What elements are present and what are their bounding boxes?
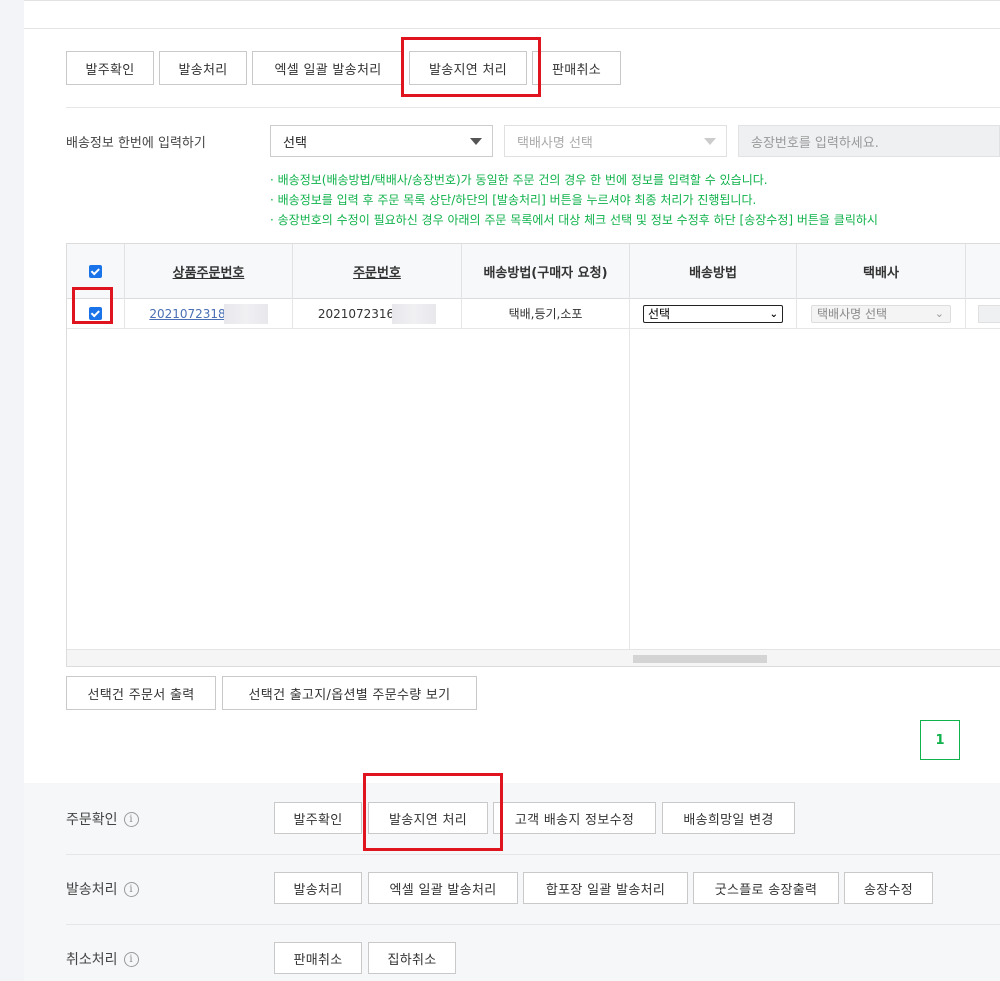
section-label-text: 취소처리 (66, 952, 118, 968)
help-note: · 배송정보(배송방법/택배사/송장번호)가 동일한 주문 건의 경우 한 번에… (270, 173, 768, 187)
bottom-excel-bulk-dispatch-button[interactable]: 엑셀 일괄 발송처리 (368, 872, 518, 904)
chevron-down-icon (704, 138, 716, 145)
row-checkbox[interactable] (89, 307, 102, 320)
top-divider (24, 28, 1000, 29)
help-note: · 송장번호의 수정이 필요하신 경우 아래의 주문 목록에서 대상 체크 선택… (270, 213, 878, 227)
header-courier: 택배사 (797, 244, 966, 299)
goodsflow-print-button[interactable]: 굿스플로 송장출력 (693, 872, 839, 904)
section-label-dispatch: 발송처리 i (66, 879, 139, 899)
row-courier-select[interactable]: 택배사명 선택 ⌄ (811, 304, 951, 323)
row-checkbox-cell (67, 299, 125, 329)
bottom-dispatch-button[interactable]: 발송처리 (274, 872, 362, 904)
row-method-select-value: 선택 (648, 307, 671, 321)
row-tracking-input[interactable] (978, 304, 1000, 323)
edit-tracking-button[interactable]: 송장수정 (844, 872, 933, 904)
order-confirm-button[interactable]: 발주확인 (66, 51, 154, 85)
horizontal-scrollbar[interactable] (67, 649, 1000, 666)
courier-select-value: 택배사명 선택 (517, 135, 593, 151)
chevron-down-icon: ⌄ (934, 306, 944, 320)
help-note: · 배송정보를 입력 후 주문 목록 상단/하단의 [발송처리] 버튼을 누르셔… (270, 193, 757, 207)
bottom-order-confirm-button[interactable]: 발주확인 (274, 802, 362, 834)
chevron-down-icon (470, 138, 482, 145)
pane-divider (629, 329, 630, 651)
view-quantity-button[interactable]: 선택건 출고지/옵션별 주문수량 보기 (222, 676, 477, 710)
print-order-sheet-button[interactable]: 선택건 주문서 출력 (66, 676, 216, 710)
section-label-order-confirm: 주문확인 i (66, 809, 139, 829)
edit-customer-address-button[interactable]: 고객 배송지 정보수정 (493, 802, 656, 834)
dispatch-delay-button[interactable]: 발송지연 처리 (409, 51, 527, 85)
product-order-no-cell: 2021072318 (125, 299, 293, 329)
scrollbar-thumb[interactable] (633, 655, 767, 663)
bulk-input-label: 배송정보 한번에 입력하기 (66, 136, 206, 151)
section-label-cancel: 취소처리 i (66, 949, 139, 969)
tracking-number-placeholder: 송장번호를 입력하세요. (751, 135, 879, 151)
page-number-current[interactable]: 1 (920, 720, 960, 760)
tracking-number-input[interactable]: 송장번호를 입력하세요. (738, 125, 1000, 157)
delivery-method-select-value: 선택 (283, 135, 307, 151)
order-no-cell: 2021072316 (293, 299, 462, 329)
excel-bulk-dispatch-button[interactable]: 엑셀 일괄 발송처리 (252, 51, 404, 85)
section-divider (66, 107, 1000, 108)
info-icon[interactable]: i (123, 881, 139, 897)
method-cell: 선택 ⌄ (630, 299, 797, 329)
extra-cell (966, 299, 1000, 329)
change-delivery-date-button[interactable]: 배송희망일 변경 (662, 802, 795, 834)
order-no-text: 2021072316 (317, 306, 395, 321)
header-label: 상품주문번호 (172, 266, 245, 281)
info-icon[interactable]: i (123, 951, 139, 967)
delivery-method-select[interactable]: 선택 (270, 125, 493, 157)
header-extra (966, 244, 1000, 299)
buyer-method-cell: 택배,등기,소포 (462, 299, 630, 329)
section-divider (66, 924, 1000, 925)
bundle-bulk-dispatch-button[interactable]: 합포장 일괄 발송처리 (523, 872, 688, 904)
info-icon[interactable]: i (123, 811, 139, 827)
section-divider (66, 854, 1000, 855)
cancel-pickup-button[interactable]: 집하취소 (368, 942, 456, 974)
courier-cell: 택배사명 선택 ⌄ (797, 299, 966, 329)
section-label-text: 발송처리 (66, 882, 118, 898)
header-buyer-method: 배송방법(구매자 요청) (462, 244, 630, 299)
header-product-order-no[interactable]: 상품주문번호 (125, 244, 293, 299)
row-courier-select-value: 택배사명 선택 (817, 307, 888, 321)
courier-select[interactable]: 택배사명 선택 (504, 125, 727, 157)
order-grid: 상품주문번호 주문번호 배송방법(구매자 요청) 배송방법 택배사 202107… (66, 243, 1000, 667)
bottom-dispatch-delay-button[interactable]: 발송지연 처리 (368, 802, 488, 834)
dispatch-button[interactable]: 발송처리 (159, 51, 247, 85)
section-label-text: 주문확인 (66, 812, 118, 828)
row-method-select[interactable]: 선택 ⌄ (643, 304, 783, 323)
redacted-block (223, 303, 268, 324)
header-label: 주문번호 (353, 266, 401, 281)
header-checkbox-cell (67, 244, 125, 299)
header-delivery-method: 배송방법 (630, 244, 797, 299)
help-notes: · 배송정보(배송방법/택배사/송장번호)가 동일한 주문 건의 경우 한 번에… (270, 170, 878, 230)
redacted-block (392, 303, 437, 324)
header-order-no[interactable]: 주문번호 (293, 244, 462, 299)
chevron-down-icon: ⌄ (769, 308, 778, 320)
bottom-cancel-sale-button[interactable]: 판매취소 (274, 942, 362, 974)
product-order-no-link[interactable]: 2021072318 (149, 307, 225, 321)
cancel-sale-button[interactable]: 판매취소 (532, 51, 621, 85)
select-all-checkbox[interactable] (89, 265, 102, 278)
